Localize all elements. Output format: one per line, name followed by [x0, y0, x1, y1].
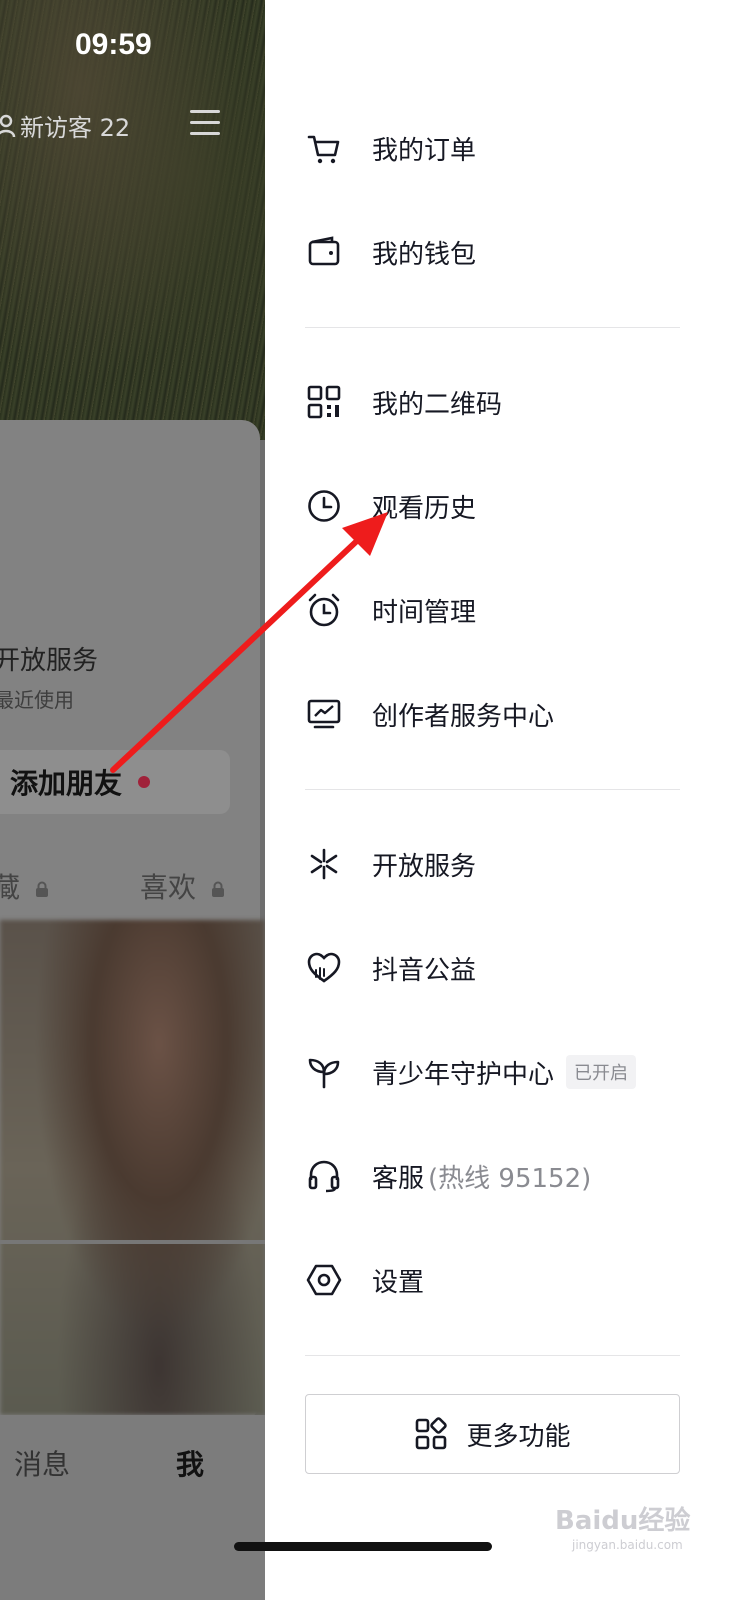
- nav-me[interactable]: 我: [176, 1443, 204, 1483]
- menu-label: 我的二维码: [372, 389, 503, 420]
- cart-icon: [305, 129, 343, 167]
- charity-heart-icon: [305, 949, 343, 987]
- menu-label: 时间管理: [372, 597, 477, 628]
- home-indicator[interactable]: [234, 1542, 492, 1551]
- more-features-button[interactable]: 更多功能: [305, 1394, 680, 1474]
- menu-item-youth-protection[interactable]: 青少年守护中心 已开启: [305, 1042, 637, 1102]
- menu-item-qrcode[interactable]: 我的二维码: [305, 372, 502, 432]
- menu-label: 观看历史: [372, 493, 477, 524]
- tab-like[interactable]: 喜欢: [140, 866, 225, 906]
- new-visitors[interactable]: 新访客 22: [0, 108, 130, 143]
- lock-icon: [35, 881, 48, 897]
- add-friend-label: 添加朋友: [10, 767, 123, 800]
- bottom-navigation: 消息 我: [0, 1415, 265, 1600]
- more-features-label: 更多功能: [466, 1421, 571, 1452]
- section-divider: [305, 789, 680, 790]
- profile-background-photo: [0, 0, 265, 440]
- qrcode-icon: [305, 383, 343, 421]
- profile-page-dimmed[interactable]: 09:59 新访客 22 开放服务 最近使用 添加朋友 藏 喜欢 消息 我: [0, 0, 265, 1600]
- menu-item-customer-service[interactable]: 客服 (热线 95152): [305, 1146, 591, 1206]
- recent-use-label: 最近使用: [0, 688, 74, 712]
- baidu-watermark-url: jingyan.baidu.com: [572, 1538, 683, 1552]
- menu-item-orders[interactable]: 我的订单: [305, 118, 476, 178]
- menu-item-watch-history[interactable]: 观看历史: [305, 476, 476, 536]
- video-thumbnail-grid-blurred: [0, 920, 265, 1415]
- menu-item-creator-center[interactable]: 创作者服务中心: [305, 684, 554, 744]
- person-icon: [0, 114, 16, 137]
- alarm-icon: [305, 591, 343, 629]
- menu-label: 我的钱包: [372, 239, 477, 270]
- menu-icon[interactable]: [190, 110, 220, 136]
- menu-label: 设置: [372, 1267, 425, 1298]
- menu-item-wallet[interactable]: 我的钱包: [305, 222, 476, 282]
- open-service-title: 开放服务: [0, 646, 99, 676]
- sprout-icon: [305, 1053, 343, 1091]
- menu-item-charity[interactable]: 抖音公益: [305, 938, 476, 998]
- notification-dot: [138, 776, 151, 788]
- section-divider: [305, 327, 680, 328]
- menu-item-open-services[interactable]: 开放服务: [305, 834, 476, 894]
- headset-icon: [305, 1157, 343, 1195]
- tab-collect[interactable]: 藏: [0, 866, 49, 906]
- nav-messages[interactable]: 消息: [14, 1443, 70, 1483]
- menu-label: 抖音公益: [372, 955, 477, 986]
- menu-label: 创作者服务中心: [372, 701, 555, 732]
- enabled-badge: 已开启: [566, 1055, 637, 1089]
- menu-item-time-management[interactable]: 时间管理: [305, 580, 476, 640]
- clock-icon: [305, 487, 343, 525]
- menu-label: 我的订单: [372, 135, 477, 166]
- menu-label: 客服: [372, 1163, 425, 1194]
- asterisk-icon: [305, 845, 343, 883]
- grid-apps-icon: [414, 1417, 448, 1451]
- baidu-watermark: Baidu经验: [555, 1506, 691, 1536]
- visitor-label: 新访客 22: [20, 114, 131, 142]
- hotline-number: (热线 95152): [428, 1163, 592, 1194]
- wallet-icon: [305, 233, 343, 271]
- section-divider: [305, 1355, 680, 1356]
- creator-chart-icon: [305, 695, 343, 733]
- lock-icon: [211, 881, 224, 897]
- menu-label: 开放服务: [372, 851, 477, 882]
- menu-item-settings[interactable]: 设置: [305, 1250, 424, 1310]
- status-bar-time: 09:59: [75, 28, 152, 61]
- grid-divider: [0, 1240, 265, 1244]
- menu-label: 青少年守护中心: [372, 1059, 555, 1090]
- add-friend-button[interactable]: 添加朋友: [0, 750, 230, 814]
- hex-gear-icon: [305, 1261, 343, 1299]
